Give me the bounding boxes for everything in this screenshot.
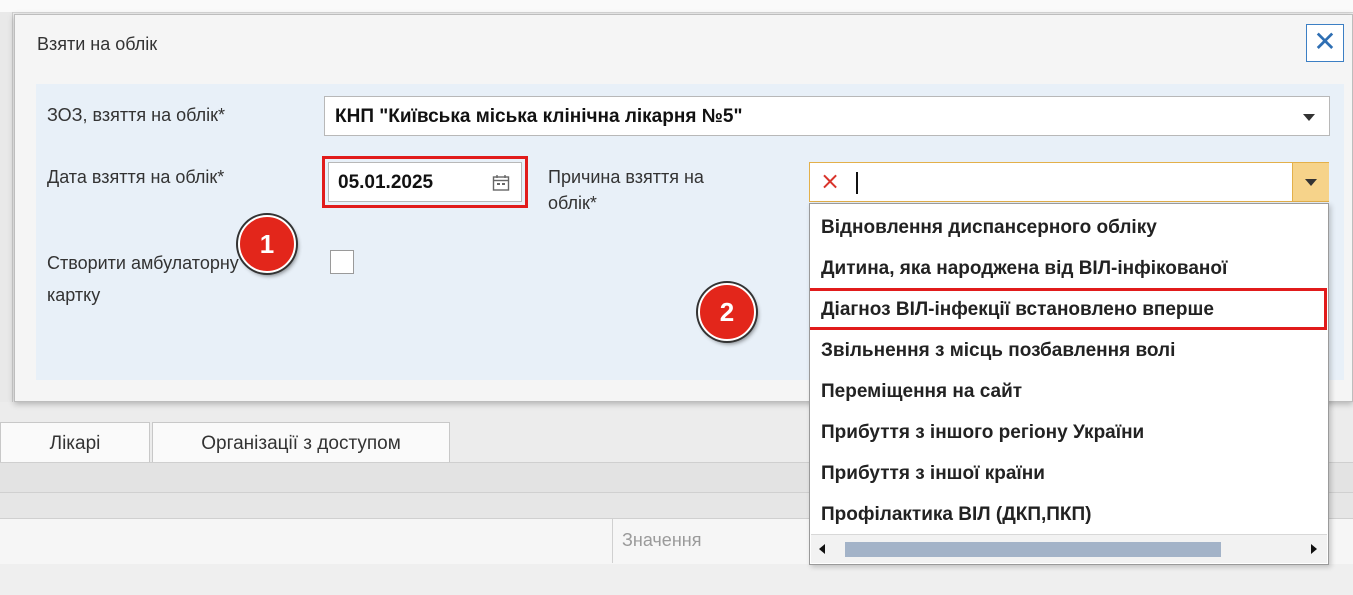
grid-column-divider xyxy=(612,518,613,563)
scroll-right-icon[interactable] xyxy=(1311,544,1317,554)
dropdown-option[interactable]: Прибуття з іншого регіону України xyxy=(821,422,1144,444)
dropdown-option[interactable]: Відновлення диспансерного обліку xyxy=(821,217,1157,239)
tab-doctors[interactable]: Лікарі xyxy=(0,422,150,462)
annotation-marker-2: 2 xyxy=(698,283,756,341)
background-sidebar xyxy=(0,12,13,402)
chevron-down-icon xyxy=(1303,114,1315,121)
dropdown-option[interactable]: Дитина, яка народжена від ВІЛ-інфіковано… xyxy=(821,258,1227,280)
chevron-down-icon xyxy=(1305,179,1317,186)
column-header-value[interactable]: Значення xyxy=(622,530,701,551)
zoz-label: ЗОЗ, взяття на облік* xyxy=(47,105,225,125)
dropdown-option[interactable]: Прибуття з іншої країни xyxy=(821,463,1045,485)
background-toolbar xyxy=(0,0,1353,13)
dropdown-option[interactable]: Переміщення на сайт xyxy=(821,381,1022,403)
dialog-title: Взяти на облік xyxy=(37,34,158,54)
scrollbar-thumb[interactable] xyxy=(845,542,1221,557)
reason-select[interactable]: × xyxy=(809,162,1329,202)
close-button[interactable]: ✕ xyxy=(1306,24,1344,62)
date-label: Дата взяття на облік* xyxy=(47,167,225,187)
dropdown-option[interactable]: Профілактика ВІЛ (ДКП,ПКП) xyxy=(821,504,1092,526)
close-icon: ✕ xyxy=(1313,25,1337,58)
horizontal-scrollbar[interactable] xyxy=(811,534,1327,563)
clear-icon[interactable]: × xyxy=(820,167,840,195)
scroll-left-icon[interactable] xyxy=(819,544,825,554)
tab-organizations-access[interactable]: Організації з доступом xyxy=(152,422,450,462)
ambulatory-label-line1: Створити амбулаторну xyxy=(47,253,239,273)
annotation-marker-1: 1 xyxy=(238,215,296,273)
reason-dropdown-list: Відновлення диспансерного обліку Дитина,… xyxy=(809,203,1329,565)
highlight-selected-option xyxy=(810,288,1327,330)
reason-label-line2: облік* xyxy=(548,193,597,213)
reason-label-line1: Причина взяття на xyxy=(548,167,704,187)
text-cursor xyxy=(856,172,858,194)
grid-body xyxy=(0,564,1353,595)
highlight-date-field xyxy=(322,156,528,208)
zoz-select-value: КНП "Київська міська клінічна лікарня №5… xyxy=(335,106,743,127)
dropdown-option[interactable]: Звільнення з місць позбавлення волі xyxy=(821,340,1175,362)
dropdown-button[interactable] xyxy=(1292,163,1329,201)
zoz-select[interactable]: КНП "Київська міська клінічна лікарня №5… xyxy=(324,96,1330,136)
ambulatory-label-line2: картку xyxy=(47,285,101,305)
ambulatory-card-checkbox[interactable] xyxy=(330,250,354,274)
